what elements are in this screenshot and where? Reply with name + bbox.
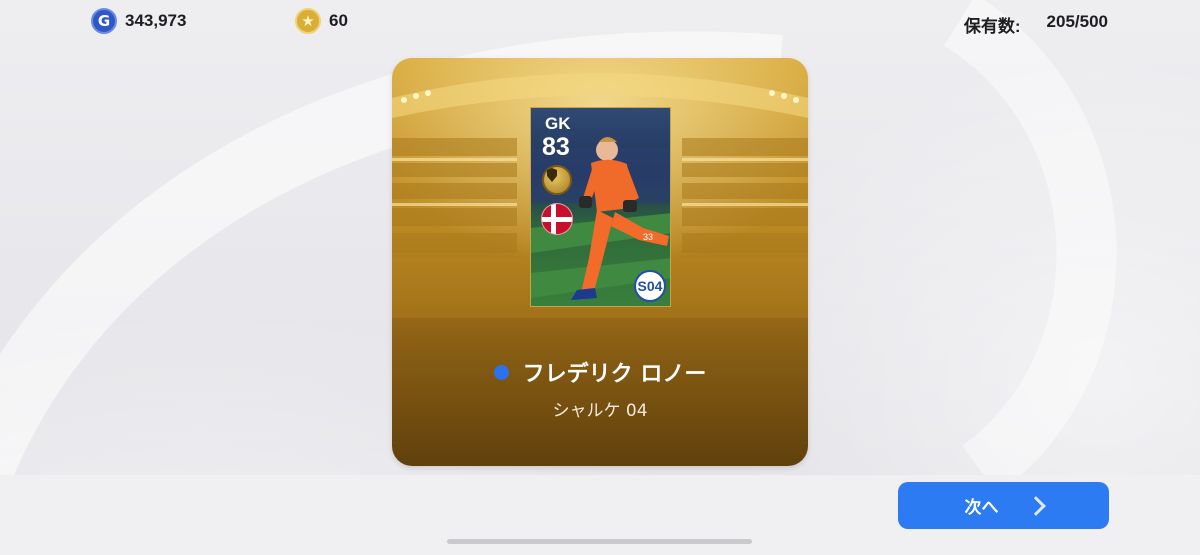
reward-card: 33 GK 83 S04 フレデリク ロノー シャルケ 04 xyxy=(392,58,808,466)
denmark-flag-icon xyxy=(541,203,573,235)
player-card[interactable]: 33 GK 83 S04 xyxy=(530,107,671,307)
star-coin-icon: ★ xyxy=(295,8,321,34)
position-dot-icon xyxy=(493,364,509,380)
player-name: フレデリク ロノー xyxy=(522,362,707,387)
gp-balance: G 343,973 xyxy=(91,8,186,34)
player-team: シャルケ 04 xyxy=(552,401,648,421)
coin-value: 60 xyxy=(329,11,348,30)
player-name-row: フレデリク ロノー xyxy=(392,356,808,388)
owned-count: 保有数: 205/500 xyxy=(964,12,1108,37)
gp-value: 343,973 xyxy=(125,11,187,30)
player-rating: 83 xyxy=(542,133,570,161)
next-button-label: 次へ xyxy=(964,498,999,518)
svg-text:33: 33 xyxy=(643,232,653,242)
chevron-right-icon xyxy=(1025,495,1046,516)
owned-value: 205/500 xyxy=(1046,12,1108,31)
player-position: GK xyxy=(545,114,571,133)
lion-badge-icon xyxy=(542,165,572,195)
top-bar: G 343,973 ★ 60 保有数: 205/500 xyxy=(0,8,1200,38)
owned-label: 保有数: xyxy=(963,17,1021,36)
gp-coin-icon: G xyxy=(91,8,117,34)
coin-balance: ★ 60 xyxy=(295,8,348,34)
home-indicator[interactable] xyxy=(447,539,752,544)
next-button[interactable]: 次へ xyxy=(898,482,1109,529)
schalke-club-icon: S04 xyxy=(634,270,666,302)
